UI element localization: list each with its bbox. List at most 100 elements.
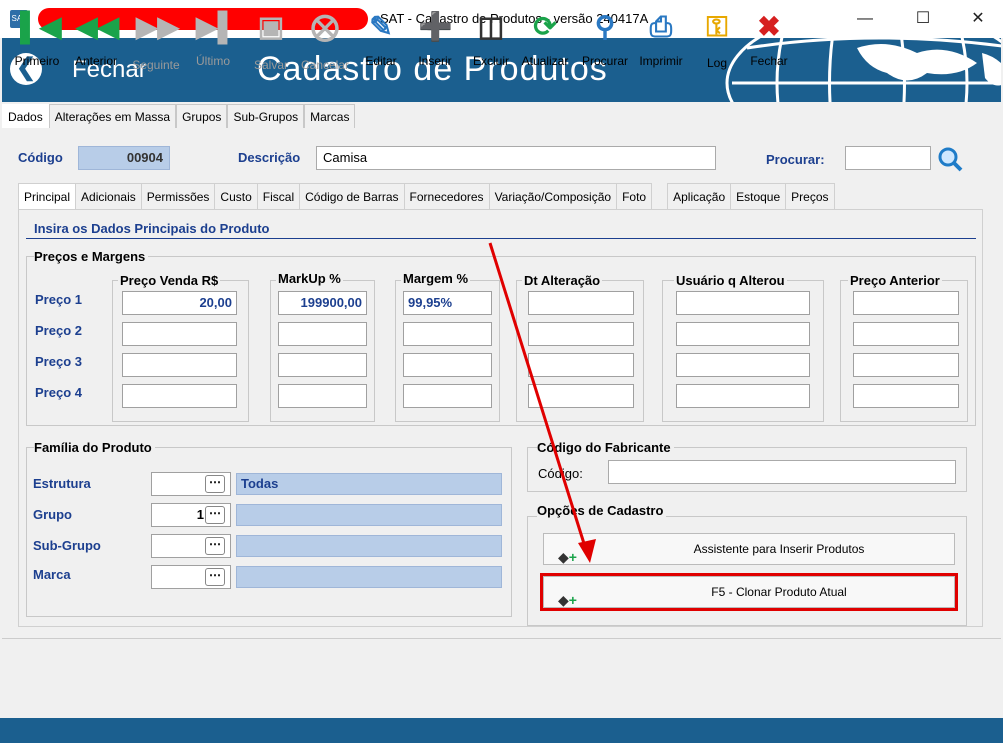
preco-4-label: Preço 4: [35, 385, 82, 400]
estrutura-lookup-button[interactable]: ⋯: [205, 475, 225, 493]
tab-alteracoes-em-massa[interactable]: Alterações em Massa: [48, 104, 177, 128]
tab-foto[interactable]: Foto: [616, 183, 653, 209]
preco-4-venda[interactable]: [122, 384, 237, 408]
previous-icon: ◀◀: [76, 11, 120, 42]
tab-precos[interactable]: Preços: [785, 183, 835, 209]
grupo-label: Grupo: [33, 507, 72, 522]
preco-4-markup[interactable]: [278, 384, 367, 408]
preco-1-usuario[interactable]: [676, 291, 810, 315]
preco-4-anterior[interactable]: [853, 384, 959, 408]
preco-4-margem[interactable]: [403, 384, 492, 408]
imprimir-button[interactable]: ⎙ Imprimir: [639, 10, 682, 68]
preco-3-usuario[interactable]: [676, 353, 810, 377]
next-icon: ▶▶: [136, 11, 180, 42]
first-icon: ▌◀: [20, 11, 62, 42]
fabricante-codigo-field[interactable]: [608, 460, 956, 484]
tab-dados[interactable]: Dados: [2, 104, 49, 128]
marca-desc: [236, 566, 502, 588]
assistente-label: Assistente para Inserir Produtos: [693, 542, 865, 556]
preco-2-venda[interactable]: [122, 322, 237, 346]
cancelar-button[interactable]: ⨂ Cancelar: [301, 10, 349, 72]
cancel-icon: ⨂: [311, 11, 339, 42]
clonar-produto-button[interactable]: ◆+ F5 - Clonar Produto Atual: [540, 573, 958, 611]
bottom-toolbar: [2, 640, 1001, 710]
log-button[interactable]: ⚿ Log: [700, 10, 734, 70]
grupo-desc: [236, 504, 502, 526]
procurar-label: Procurar:: [766, 152, 825, 167]
codigo-field[interactable]: 00904: [78, 146, 170, 170]
minimize-button[interactable]: —: [842, 4, 888, 34]
tab-codigo-de-barras[interactable]: Código de Barras: [299, 183, 405, 209]
tab-custo[interactable]: Custo: [214, 183, 258, 209]
preco-1-venda[interactable]: 20,00: [122, 291, 237, 315]
close-window-button[interactable]: ✕: [955, 4, 1001, 34]
close-icon: ✖: [757, 11, 781, 42]
tab-principal[interactable]: Principal: [18, 183, 77, 209]
sub-grupo-desc: [236, 535, 502, 557]
tab-fornecedores[interactable]: Fornecedores: [403, 183, 490, 209]
preco-1-margem[interactable]: 99,95%: [403, 291, 492, 315]
preco-1-markup[interactable]: 199900,00: [278, 291, 367, 315]
tab-estoque[interactable]: Estoque: [730, 183, 787, 209]
codigo-label: Código: [18, 150, 63, 165]
col-preco-venda: Preço Venda R$: [118, 273, 221, 288]
col-markup: MarkUp %: [276, 271, 343, 286]
salvar-button[interactable]: ▣ Salvar: [254, 10, 288, 72]
col-usuario: Usuário q Alterou: [674, 273, 787, 288]
fechar-button[interactable]: ✖ Fechar: [750, 10, 787, 68]
atualizar-button[interactable]: ⟳ Atualizar: [522, 10, 569, 68]
search-icon: ⚲: [594, 11, 616, 42]
preco-2-anterior[interactable]: [853, 322, 959, 346]
descricao-label: Descrição: [238, 150, 301, 165]
preco-2-usuario[interactable]: [676, 322, 810, 346]
tab-fiscal[interactable]: Fiscal: [256, 183, 301, 209]
preco-2-markup[interactable]: [278, 322, 367, 346]
procurar-input[interactable]: [845, 146, 931, 170]
preco-4-usuario[interactable]: [676, 384, 810, 408]
sub-grupo-label: Sub-Grupo: [33, 538, 101, 553]
refresh-icon: ⟳: [533, 11, 557, 42]
descricao-field[interactable]: Camisa: [316, 146, 716, 170]
preco-3-markup[interactable]: [278, 353, 367, 377]
anterior-button[interactable]: ◀◀ Anterior: [75, 10, 120, 68]
tab-variacao-composicao[interactable]: Variação/Composição: [488, 183, 618, 209]
inserir-button[interactable]: ➕ Inserir: [418, 10, 453, 68]
section-title: Insira os Dados Principais do Produto: [34, 221, 270, 236]
preco-2-label: Preço 2: [35, 323, 82, 338]
tab-permissoes[interactable]: Permissões: [140, 183, 216, 209]
preco-3-margem[interactable]: [403, 353, 492, 377]
procurar-button[interactable]: ⚲ Procurar: [582, 10, 628, 68]
preco-1-anterior[interactable]: [853, 291, 959, 315]
tab-adicionais[interactable]: Adicionais: [75, 183, 142, 209]
editar-button[interactable]: ✎ Editar: [364, 10, 398, 68]
maximize-button[interactable]: ☐: [900, 4, 946, 34]
preco-3-label: Preço 3: [35, 354, 82, 369]
tab-marcas[interactable]: Marcas: [304, 104, 356, 128]
last-icon: ▶▌: [196, 11, 238, 42]
estrutura-label: Estrutura: [33, 476, 91, 491]
globe-icon: [725, 38, 1001, 102]
tab-grupos[interactable]: Grupos: [176, 104, 228, 128]
search-icon[interactable]: [936, 145, 964, 173]
annotation-arrow: [488, 242, 596, 563]
clone-product-icon: ◆+: [558, 592, 577, 608]
tab-aplicacao[interactable]: Aplicação: [667, 183, 732, 209]
save-icon: ▣: [257, 11, 285, 42]
tab-sub-grupos[interactable]: Sub-Grupos: [227, 104, 305, 128]
preco-2-margem[interactable]: [403, 322, 492, 346]
primeiro-button[interactable]: ▌◀ Primeiro: [15, 10, 62, 68]
grupo-lookup-button[interactable]: ⋯: [205, 506, 225, 524]
familia-group-title: Família do Produto: [34, 440, 155, 455]
preco-3-venda[interactable]: [122, 353, 237, 377]
excluir-button[interactable]: ◫ Excluir: [473, 10, 509, 68]
print-icon: ⎙: [649, 11, 673, 42]
ultimo-button[interactable]: ▶▌ Último: [196, 10, 238, 68]
seguinte-button[interactable]: ▶▶ Seguinte: [132, 10, 180, 72]
edit-icon: ✎: [369, 11, 393, 42]
sub-grupo-lookup-button[interactable]: ⋯: [205, 537, 225, 555]
trash-icon: ◫: [477, 11, 505, 42]
col-margem: Margem %: [401, 271, 471, 286]
preco-3-anterior[interactable]: [853, 353, 959, 377]
marca-lookup-button[interactable]: ⋯: [205, 568, 225, 586]
sub-tabs: Principal Adicionais Permissões Custo Fi…: [18, 183, 835, 209]
